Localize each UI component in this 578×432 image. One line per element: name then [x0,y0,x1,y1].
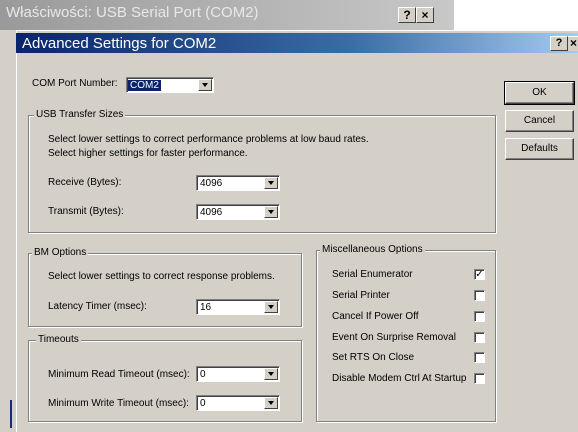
min-write-timeout-value: 0 [200,398,206,409]
background-close-button[interactable]: × [416,7,434,23]
min-write-timeout-dropdown[interactable]: 0 [196,395,280,411]
latency-timer-value: 16 [200,302,212,313]
chevron-down-icon[interactable] [264,368,278,380]
cancel-button[interactable]: Cancel [505,110,574,132]
usb-transfer-description-2: Select higher settings for faster perfor… [48,148,248,159]
chevron-down-icon[interactable] [264,397,278,409]
chevron-down-icon[interactable] [264,206,278,218]
chevron-down-icon[interactable] [198,79,212,91]
receive-dropdown[interactable]: 4096 [196,175,280,191]
cancel-if-power-off-label: Cancel If Power Off [332,311,419,322]
bm-options-group [28,253,302,327]
disable-modem-ctrl-checkbox[interactable] [474,373,485,384]
transmit-dropdown[interactable]: 4096 [196,204,280,220]
set-rts-on-close-label: Set RTS On Close [332,352,415,363]
latency-timer-dropdown[interactable]: 16 [196,299,280,315]
receive-label: Receive (Bytes): [48,177,122,188]
chevron-down-icon[interactable] [264,177,278,189]
help-button[interactable]: ? [550,36,568,51]
event-on-surprise-removal-checkbox[interactable] [474,332,485,343]
usb-transfer-sizes-legend: USB Transfer Sizes [34,109,126,121]
set-rts-on-close-checkbox[interactable] [474,352,485,363]
serial-printer-checkbox[interactable] [474,290,485,301]
com-port-label: COM Port Number: [32,78,118,89]
dialog-title: Advanced Settings for COM2 [22,35,217,52]
receive-value: 4096 [200,178,223,189]
serial-printer-label: Serial Printer [332,290,390,301]
serial-enumerator-label: Serial Enumerator [332,269,413,280]
background-window-border [10,400,12,428]
background-window-edge [0,30,16,432]
event-on-surprise-removal-label: Event On Surprise Removal [332,332,456,343]
timeouts-legend: Timeouts [36,334,81,346]
miscellaneous-options-legend: Miscellaneous Options [320,244,425,256]
ok-button[interactable]: OK [504,81,575,105]
usb-transfer-description-1: Select lower settings to correct perform… [48,134,369,145]
bm-options-description: Select lower settings to correct respons… [48,271,275,282]
disable-modem-ctrl-label: Disable Modem Ctrl At Startup [332,373,467,384]
chevron-down-icon[interactable] [264,301,278,313]
latency-timer-label: Latency Timer (msec): [48,301,147,312]
min-read-timeout-value: 0 [200,369,206,380]
min-write-timeout-label: Minimum Write Timeout (msec): [48,398,189,409]
serial-enumerator-checkbox[interactable]: ✓ [474,269,485,280]
com-port-dropdown[interactable]: COM2 [126,77,214,93]
background-help-button[interactable]: ? [398,7,416,23]
transmit-label: Transmit (Bytes): [48,206,124,217]
transmit-value: 4096 [200,207,223,218]
min-read-timeout-dropdown[interactable]: 0 [196,366,280,382]
cancel-if-power-off-checkbox[interactable] [474,311,485,322]
close-button[interactable]: × [568,36,578,51]
min-read-timeout-label: Minimum Read Timeout (msec): [48,369,190,380]
com-port-value: COM2 [128,80,161,91]
bm-options-legend: BM Options [32,247,89,259]
background-window-title: Właściwości: USB Serial Port (COM2) [6,4,259,21]
defaults-button[interactable]: Defaults [505,138,574,160]
